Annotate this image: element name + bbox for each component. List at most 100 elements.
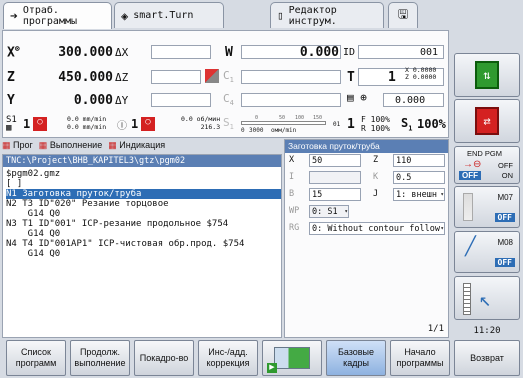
tab-program-run[interactable]: ➔ Отраб. программы	[3, 2, 112, 29]
cycle-start-button[interactable]: ⇅	[454, 53, 520, 97]
program-line[interactable]: G14 Q0	[6, 209, 281, 219]
diagonal-arrow-icon: ↖	[479, 287, 492, 311]
base-blocks-button[interactable]: Базовые кадры	[326, 340, 386, 376]
tab-label: Отраб. программы	[22, 5, 78, 27]
subtab-execution[interactable]: ▦ Выполнение	[39, 140, 102, 152]
form-b-input[interactable]: 15	[309, 188, 361, 201]
program-list-button[interactable]: Список программ	[6, 340, 66, 376]
tab-label: smart.Turn	[133, 10, 194, 21]
program-lines[interactable]: $pgm02.gmz[ ] N1 Заготовка пруток/труба N2…	[3, 167, 281, 259]
y-axis-label: Y	[7, 92, 15, 108]
spindle-icon: ▤ ⊕	[347, 91, 367, 104]
ruler-icon	[463, 283, 471, 315]
y-row: Y 0.000 ΔY C4 ▤ ⊕ 0.000	[3, 89, 448, 111]
cycle-stop-button[interactable]: ⇄	[454, 99, 520, 143]
arrow-right-icon: ➔	[10, 8, 18, 24]
save-icon: 🖫	[397, 7, 409, 21]
program-panel: TNC:\Project\BHB_KAPITEL3\gtz\pgm02 $pgm…	[2, 154, 282, 338]
tab-tool-editor[interactable]: ▯ Редактор инструм.	[270, 2, 384, 28]
form-k-input[interactable]: 0.5	[393, 171, 445, 184]
chevron-down-icon: ▾	[440, 225, 444, 232]
z-delta-box	[151, 70, 201, 84]
form-rg-select[interactable]: 0: Without contour follow- ▾	[309, 222, 445, 235]
id-label: ID	[343, 46, 356, 58]
override-display: F 100% R 100%	[361, 115, 390, 133]
subtab-display[interactable]: ▦ Индикация	[108, 140, 165, 152]
grid-icon: ▦	[2, 140, 11, 150]
c1-label: C1	[223, 69, 234, 85]
form-b-label: B	[289, 189, 295, 199]
s-label: S1	[223, 116, 234, 132]
tab-smart-turn[interactable]: ◈ smart.Turn	[114, 2, 224, 28]
subtab-bar: ▦ Прог ▦ Выполнение ▦ Индикация	[2, 140, 165, 152]
x-value: 300.000	[58, 44, 113, 60]
form-x-input[interactable]: 50	[309, 154, 361, 167]
tool-correction-button[interactable]: Инс-/адд. коррекция	[198, 340, 258, 376]
x-axis-label: X⊗	[7, 43, 20, 61]
form-title: Заготовка пруток/труба	[285, 140, 448, 153]
id-value: 001	[419, 46, 438, 58]
play-icon: ▶	[267, 363, 277, 373]
off-badge: OFF	[494, 258, 515, 267]
off-badge: OFF	[494, 213, 515, 222]
x-delta-label: ΔX	[115, 45, 129, 59]
clock: 11:20	[473, 326, 501, 336]
program-line[interactable]: [ ]	[6, 179, 281, 189]
spindle-stop-icon: ○	[141, 117, 155, 131]
tool-label: 01	[333, 120, 341, 128]
tab-label: Редактор инструм.	[288, 4, 337, 27]
tool-offset: X 0.0000 Z 0.0000	[405, 66, 437, 81]
back-button[interactable]: Возврат	[454, 340, 520, 376]
s1-value: 1	[23, 117, 31, 131]
graphics-button[interactable]: ▶	[262, 340, 322, 376]
spindle-one-value: 1	[131, 117, 139, 131]
grid-icon: ▦	[108, 140, 117, 150]
red-stop-icon: ⇄	[475, 107, 499, 135]
program-line[interactable]: N2 T3 ID"020" Резание торцовое	[6, 199, 281, 209]
m07-toggle[interactable]: M07 OFF	[454, 186, 520, 228]
subtab-program[interactable]: ▦ Прог	[2, 140, 33, 152]
w-axis-label: W	[225, 44, 233, 60]
z-value: 450.000	[58, 69, 113, 85]
tool-editor-icon: ▯	[277, 9, 284, 22]
program-line[interactable]: N1 Заготовка пруток/труба	[6, 189, 281, 199]
form-panel: Заготовка пруток/труба X 50 Z 110 I K 0.…	[284, 139, 449, 338]
arrow-right-icon: →⊖	[463, 159, 482, 170]
rev-display: 0.0 об/мин 216.3	[181, 115, 221, 131]
program-line[interactable]: $pgm02.gmz	[6, 169, 281, 179]
y-delta-label: ΔY	[115, 93, 129, 107]
z-row: Z 450.000 ΔZ C1 T 1 X 0.0000 Z 0.0000	[3, 66, 448, 88]
y-value: 0.000	[73, 92, 113, 108]
program-line[interactable]: G14 Q0	[6, 249, 281, 259]
spindle-stop-icon: ○	[33, 117, 47, 131]
form-z-input[interactable]: 110	[393, 154, 445, 167]
spindle-s1-icon: S1 ▦	[6, 115, 17, 133]
form-wp-select[interactable]: 0: S1 ▾	[309, 205, 349, 218]
tab-save[interactable]: 🖫	[388, 2, 418, 28]
form-rg-label: RG	[289, 223, 300, 233]
y-delta-box	[151, 93, 211, 107]
z-axis-label: Z	[7, 69, 15, 85]
tool-num: 1	[347, 116, 355, 132]
graphics-icon	[274, 347, 310, 369]
continue-run-button[interactable]: Продолж. выполнение	[70, 340, 130, 376]
c4-label: C4	[223, 92, 234, 108]
off-badge: OFF	[459, 171, 481, 180]
green-cycle-icon: ⇅	[475, 61, 499, 89]
program-line[interactable]: G14 Q0	[6, 229, 281, 239]
single-block-button[interactable]: Покадро-во	[134, 340, 194, 376]
spindle-one: Ⓘ	[117, 120, 127, 132]
end-pgm-toggle[interactable]: END PGM →⊖ OFF OFF ON	[454, 146, 520, 184]
m08-toggle[interactable]: ╱ M08 OFF	[454, 231, 520, 273]
jog-button[interactable]: ↖	[454, 276, 520, 320]
c1-box	[241, 70, 341, 84]
c4-box	[241, 93, 341, 107]
form-k-label: K	[373, 172, 379, 182]
chevron-down-icon: ▾	[344, 208, 348, 215]
program-line[interactable]: N4 T4 ID"001AP1" ICP-чистовая обр.прод. …	[6, 239, 281, 249]
program-line[interactable]: N3 T1 ID"001" ICP-резание продольное $75…	[6, 219, 281, 229]
form-i-input[interactable]	[309, 171, 361, 184]
program-start-button[interactable]: Начало программы	[390, 340, 450, 376]
form-j-select[interactable]: 1: внешн ▾	[393, 188, 445, 201]
coolant-pen-icon: ╱	[465, 236, 476, 257]
